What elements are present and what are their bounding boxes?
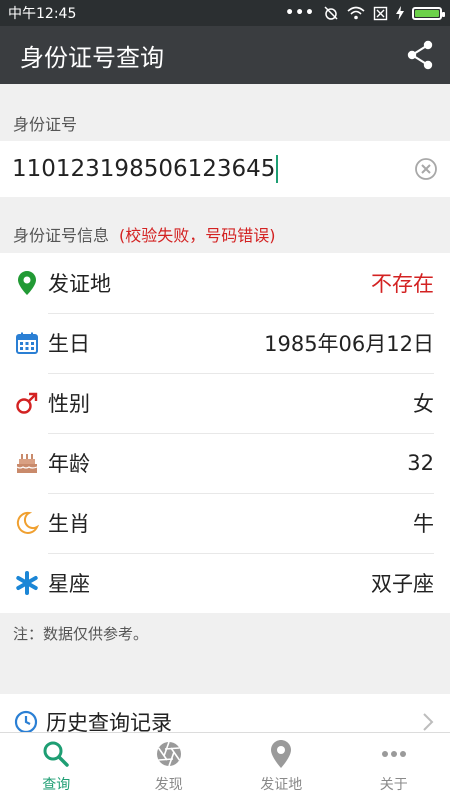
aperture-icon	[156, 741, 181, 766]
asterisk-icon	[16, 571, 38, 595]
info-row-birthday: 生日 1985年06月12日	[0, 313, 450, 373]
info-row-constellation: 星座 双子座	[0, 553, 450, 613]
tab-issuing-place[interactable]: 发证地	[225, 733, 338, 800]
row-label: 星座	[48, 572, 90, 596]
row-value: 牛	[413, 512, 434, 536]
row-value: 不存在	[371, 272, 434, 296]
row-value: 女	[413, 392, 434, 416]
location-pin-icon	[18, 271, 36, 295]
no-sim-icon	[373, 6, 388, 20]
battery-icon	[412, 6, 445, 20]
status-bar: 中午12:45 •••	[0, 0, 450, 26]
info-section-label: 身份证号信息 (校验失败，号码错误)	[0, 222, 450, 246]
validation-error: (校验失败，号码错误)	[119, 226, 276, 245]
charging-icon	[396, 6, 404, 20]
location-pin-icon	[271, 739, 292, 768]
row-label: 年龄	[48, 452, 90, 476]
row-value: 1985年06月12日	[264, 332, 434, 356]
row-value: 32	[407, 451, 434, 475]
clear-icon[interactable]	[414, 157, 438, 181]
id-input-value-wrap[interactable]: 110123198506123645	[12, 155, 414, 183]
moon-icon	[16, 511, 39, 534]
wifi-icon	[347, 6, 365, 20]
more-dots-icon	[381, 750, 406, 757]
search-icon	[43, 741, 69, 767]
text-cursor	[276, 155, 279, 183]
info-row-gender: 性别 女	[0, 373, 450, 433]
id-input-value[interactable]: 110123198506123645	[12, 156, 275, 182]
info-list: 发证地 不存在 生日 1985年06月12日 性别 女 年龄 32 生肖 牛 星…	[0, 253, 450, 613]
status-time: 中午12:45	[8, 6, 77, 22]
tab-label[interactable]: 关于	[380, 774, 408, 794]
tab-label[interactable]: 发证地	[260, 774, 302, 794]
bottom-tab-bar: 查询 发现 发证地 关于	[0, 732, 450, 800]
info-row-issuing-place: 发证地 不存在	[0, 253, 450, 313]
tab-label[interactable]: 发现	[155, 774, 183, 794]
chevron-right-icon	[423, 713, 434, 731]
tab-label[interactable]: 查询	[42, 774, 70, 794]
tab-query[interactable]: 查询	[0, 733, 113, 800]
row-value: 双子座	[371, 572, 434, 596]
row-label: 发证地	[48, 272, 111, 296]
cake-icon	[16, 454, 38, 473]
clock-icon	[14, 710, 38, 734]
disclaimer-note: 注：数据仅供参考。	[13, 625, 149, 643]
id-section-label: 身份证号	[0, 112, 450, 134]
tab-about[interactable]: 关于	[338, 733, 450, 800]
row-label: 生日	[48, 332, 90, 356]
id-number-input[interactable]: 110123198506123645	[0, 141, 450, 197]
status-dots: •••	[285, 5, 315, 21]
id-label-text: 身份证号	[13, 115, 78, 134]
info-row-zodiac: 生肖 牛	[0, 493, 450, 553]
tab-discover[interactable]: 发现	[113, 733, 226, 800]
app-bar: 身份证号查询	[0, 26, 450, 84]
status-icons: •••	[285, 5, 445, 21]
row-label: 性别	[48, 392, 90, 416]
male-icon	[16, 392, 38, 414]
info-row-age: 年龄 32	[0, 433, 450, 493]
alarm-off-icon	[324, 6, 338, 20]
row-label: 生肖	[48, 512, 90, 536]
info-label-text: 身份证号信息	[13, 226, 110, 245]
calendar-icon	[16, 332, 38, 354]
share-icon[interactable]	[406, 40, 434, 70]
page-title: 身份证号查询	[20, 43, 164, 72]
